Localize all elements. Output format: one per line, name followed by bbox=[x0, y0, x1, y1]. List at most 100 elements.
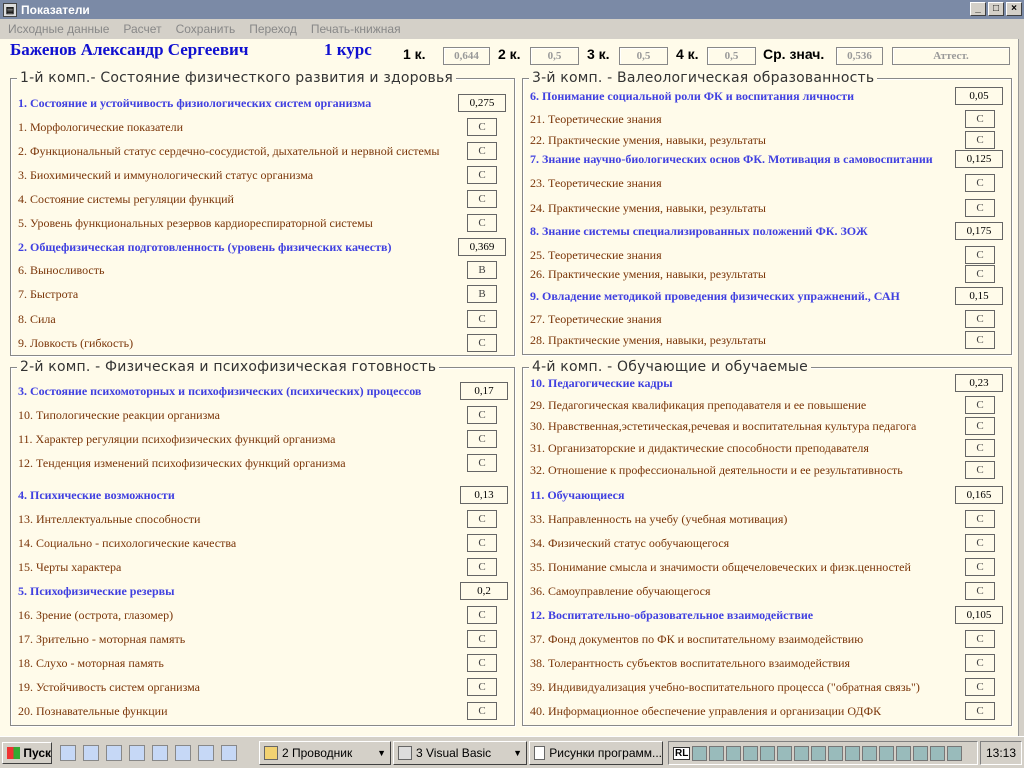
grade-field[interactable]: С bbox=[467, 190, 497, 208]
tray-icon[interactable] bbox=[709, 745, 725, 761]
grade-field[interactable]: С bbox=[467, 654, 497, 672]
grade-field[interactable]: С bbox=[965, 174, 995, 192]
minimize-button[interactable]: _ bbox=[970, 2, 986, 16]
grade-field[interactable]: С bbox=[965, 702, 995, 720]
window-title: Показатели bbox=[21, 2, 90, 17]
start-button[interactable]: Пуск bbox=[2, 742, 52, 764]
grade-field[interactable]: С bbox=[965, 510, 995, 528]
task-explorer[interactable]: 2 Проводник ▼ bbox=[259, 741, 391, 765]
task-word-doc[interactable]: Рисунки программ... bbox=[529, 741, 663, 765]
grade-field[interactable]: С bbox=[467, 606, 497, 624]
ie-icon[interactable] bbox=[129, 745, 145, 761]
grade-field[interactable]: С bbox=[965, 331, 995, 349]
tray-icon[interactable] bbox=[692, 745, 708, 761]
tray-icon[interactable] bbox=[811, 745, 827, 761]
grade-field[interactable]: С bbox=[965, 582, 995, 600]
app-icon-2[interactable] bbox=[198, 745, 214, 761]
word-icon[interactable] bbox=[106, 745, 122, 761]
tray-icon[interactable] bbox=[947, 745, 963, 761]
grade-field[interactable]: С bbox=[467, 430, 497, 448]
app-icon-3[interactable] bbox=[221, 745, 237, 761]
panel-title-3: 3-й комп. - Валеологическая образованнос… bbox=[529, 70, 878, 86]
menu-save[interactable]: Сохранить bbox=[168, 22, 242, 36]
grade-field[interactable]: В bbox=[467, 285, 497, 303]
section-score-field[interactable]: 0,165 bbox=[955, 486, 1003, 504]
grade-field[interactable]: С bbox=[467, 678, 497, 696]
close-button[interactable]: × bbox=[1006, 2, 1022, 16]
indicator-label: 1. Морфологические показатели bbox=[18, 120, 184, 134]
grade-field[interactable]: С bbox=[965, 417, 995, 435]
outlook-icon[interactable] bbox=[152, 745, 168, 761]
grade-field[interactable]: С bbox=[467, 702, 497, 720]
grade-field[interactable]: С bbox=[965, 396, 995, 414]
media-icon[interactable] bbox=[175, 745, 191, 761]
tray-icon[interactable] bbox=[930, 745, 946, 761]
tray-icon[interactable] bbox=[896, 745, 912, 761]
tray-icon[interactable] bbox=[726, 745, 742, 761]
section-score-field[interactable]: 0,2 bbox=[460, 582, 508, 600]
section-score-field[interactable]: 0,105 bbox=[955, 606, 1003, 624]
grade-field[interactable]: С bbox=[467, 310, 497, 328]
tray-icon[interactable] bbox=[794, 745, 810, 761]
section-score-field[interactable]: 0,125 bbox=[955, 150, 1003, 168]
menu-print[interactable]: Печать-книжная bbox=[303, 22, 407, 36]
maximize-button[interactable]: □ bbox=[988, 2, 1004, 16]
language-indicator[interactable]: RL bbox=[673, 746, 691, 760]
grade-field[interactable]: С bbox=[965, 310, 995, 328]
tray-icon[interactable] bbox=[760, 745, 776, 761]
section-score-field[interactable]: 0,175 bbox=[955, 222, 1003, 240]
tray-icon[interactable] bbox=[862, 745, 878, 761]
grade-field[interactable]: С bbox=[467, 334, 497, 352]
grade-field[interactable]: С bbox=[965, 110, 995, 128]
grade-field[interactable]: С bbox=[467, 118, 497, 136]
section-score-field[interactable]: 0,13 bbox=[460, 486, 508, 504]
section-score-field[interactable]: 0,17 bbox=[460, 382, 508, 400]
grade-field[interactable]: С bbox=[467, 510, 497, 528]
folder-icon[interactable] bbox=[83, 745, 99, 761]
tray-icon[interactable] bbox=[828, 745, 844, 761]
score-value-3: 0,5 bbox=[619, 47, 668, 65]
panel-title-1: 1-й комп.- Состояние физичесткого развит… bbox=[17, 70, 457, 86]
tray-icon[interactable] bbox=[743, 745, 759, 761]
grade-field[interactable]: С bbox=[467, 142, 497, 160]
grade-field[interactable]: С bbox=[467, 534, 497, 552]
grade-field[interactable]: С bbox=[965, 246, 995, 264]
grade-field[interactable]: С bbox=[467, 166, 497, 184]
grade-field[interactable]: С bbox=[965, 461, 995, 479]
grade-field[interactable]: С bbox=[467, 214, 497, 232]
task-visual-basic[interactable]: 3 Visual Basic ▼ bbox=[393, 741, 527, 765]
section-score-field[interactable]: 0,15 bbox=[955, 287, 1003, 305]
tray-icon[interactable] bbox=[845, 745, 861, 761]
menu-goto[interactable]: Переход bbox=[241, 22, 303, 36]
desktop-icon[interactable] bbox=[60, 745, 76, 761]
grade-field[interactable]: С bbox=[965, 654, 995, 672]
tray-icon[interactable] bbox=[879, 745, 895, 761]
grade-field[interactable]: С bbox=[965, 265, 995, 283]
grade-field[interactable]: С bbox=[467, 406, 497, 424]
grade-field[interactable]: С bbox=[965, 630, 995, 648]
indicator-label: 6. Выносливость bbox=[18, 263, 105, 277]
tray-icon[interactable] bbox=[913, 745, 929, 761]
section-score-field[interactable]: 0,275 bbox=[458, 94, 506, 112]
score-value-4: 0,5 bbox=[707, 47, 756, 65]
indicator-label: 32. Отношение к профессиональной деятель… bbox=[530, 463, 903, 477]
grade-field[interactable]: С bbox=[965, 131, 995, 149]
section-score-field[interactable]: 0,23 bbox=[955, 374, 1003, 392]
window-titlebar[interactable]: ▤ Показатели _ □ × bbox=[0, 0, 1024, 19]
section-score-field[interactable]: 0,05 bbox=[955, 87, 1003, 105]
grade-field[interactable]: С bbox=[965, 678, 995, 696]
indicator-label: 35. Понимание смысла и значимости общече… bbox=[530, 560, 911, 574]
tray-icon[interactable] bbox=[777, 745, 793, 761]
grade-field[interactable]: В bbox=[467, 261, 497, 279]
grade-field[interactable]: С bbox=[467, 630, 497, 648]
grade-field[interactable]: С bbox=[965, 534, 995, 552]
grade-field[interactable]: С bbox=[965, 558, 995, 576]
menu-initial-data[interactable]: Исходные данные bbox=[0, 22, 115, 36]
grade-field[interactable]: С bbox=[467, 558, 497, 576]
grade-field[interactable]: С bbox=[467, 454, 497, 472]
vertical-scrollbar[interactable] bbox=[1018, 39, 1024, 736]
menu-calculate[interactable]: Расчет bbox=[115, 22, 167, 36]
grade-field[interactable]: С bbox=[965, 199, 995, 217]
grade-field[interactable]: С bbox=[965, 439, 995, 457]
section-score-field[interactable]: 0,369 bbox=[458, 238, 506, 256]
